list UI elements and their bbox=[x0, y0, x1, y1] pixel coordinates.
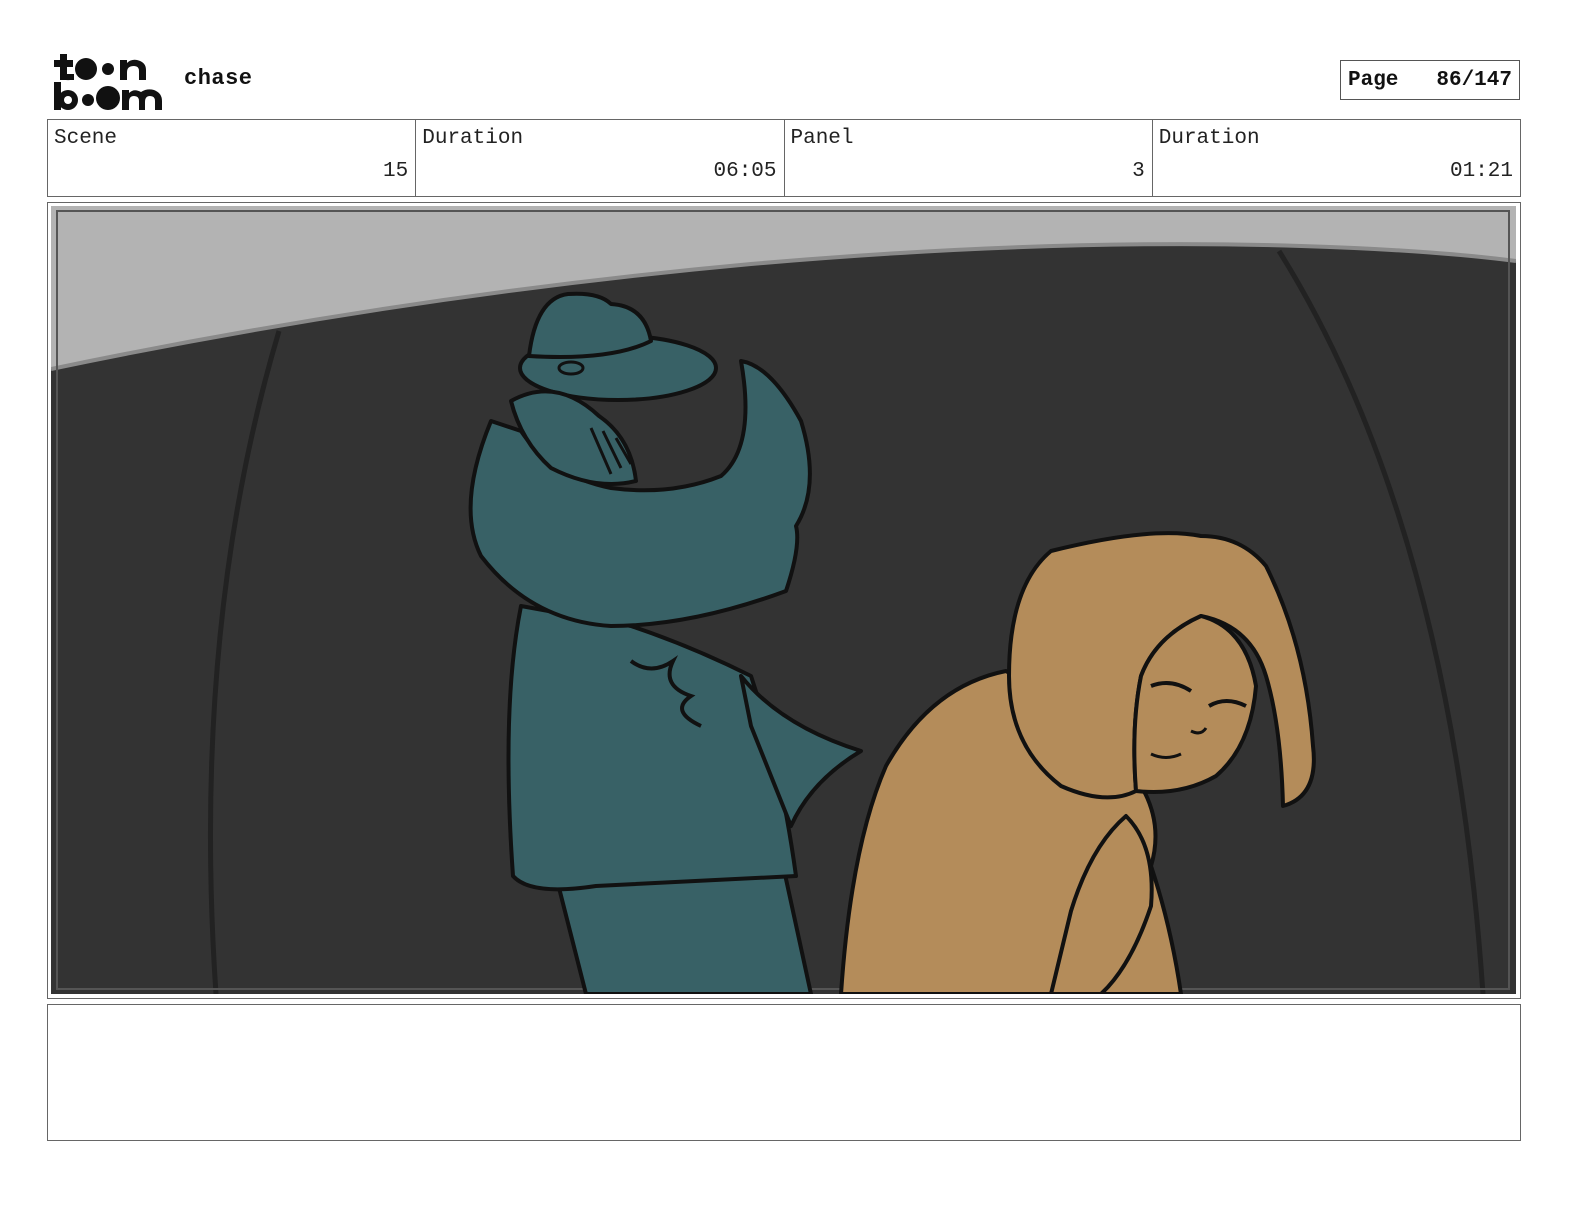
storyboard-panel-drawing bbox=[51, 206, 1516, 994]
panel-duration-value: 01:21 bbox=[1449, 160, 1513, 183]
scene-duration-cell: Duration 06:05 bbox=[416, 120, 785, 196]
scene-duration-label: Duration bbox=[422, 127, 524, 150]
panel-duration-label: Duration bbox=[1158, 127, 1260, 150]
page-label: Page bbox=[1348, 68, 1399, 92]
scene-number: 15 bbox=[383, 160, 409, 183]
scene-duration-value: 06:05 bbox=[713, 160, 777, 183]
scene-cell: Scene 15 bbox=[48, 120, 417, 196]
page-indicator: Page 86/147 bbox=[1340, 60, 1520, 100]
project-title: chase bbox=[184, 66, 253, 91]
page-number: 86/147 bbox=[1436, 68, 1512, 92]
toonboom-logo bbox=[52, 50, 164, 112]
scene-info-bar: Scene 15 Duration 06:05 Panel 3 Duration… bbox=[47, 119, 1521, 197]
panel-duration-cell: Duration 01:21 bbox=[1153, 120, 1520, 196]
panel-notes bbox=[47, 1004, 1521, 1141]
scene-label: Scene bbox=[54, 127, 118, 150]
panel-number: 3 bbox=[1132, 160, 1145, 183]
panel-cell: Panel 3 bbox=[785, 120, 1153, 196]
storyboard-panel bbox=[47, 202, 1521, 999]
panel-label: Panel bbox=[790, 127, 854, 150]
